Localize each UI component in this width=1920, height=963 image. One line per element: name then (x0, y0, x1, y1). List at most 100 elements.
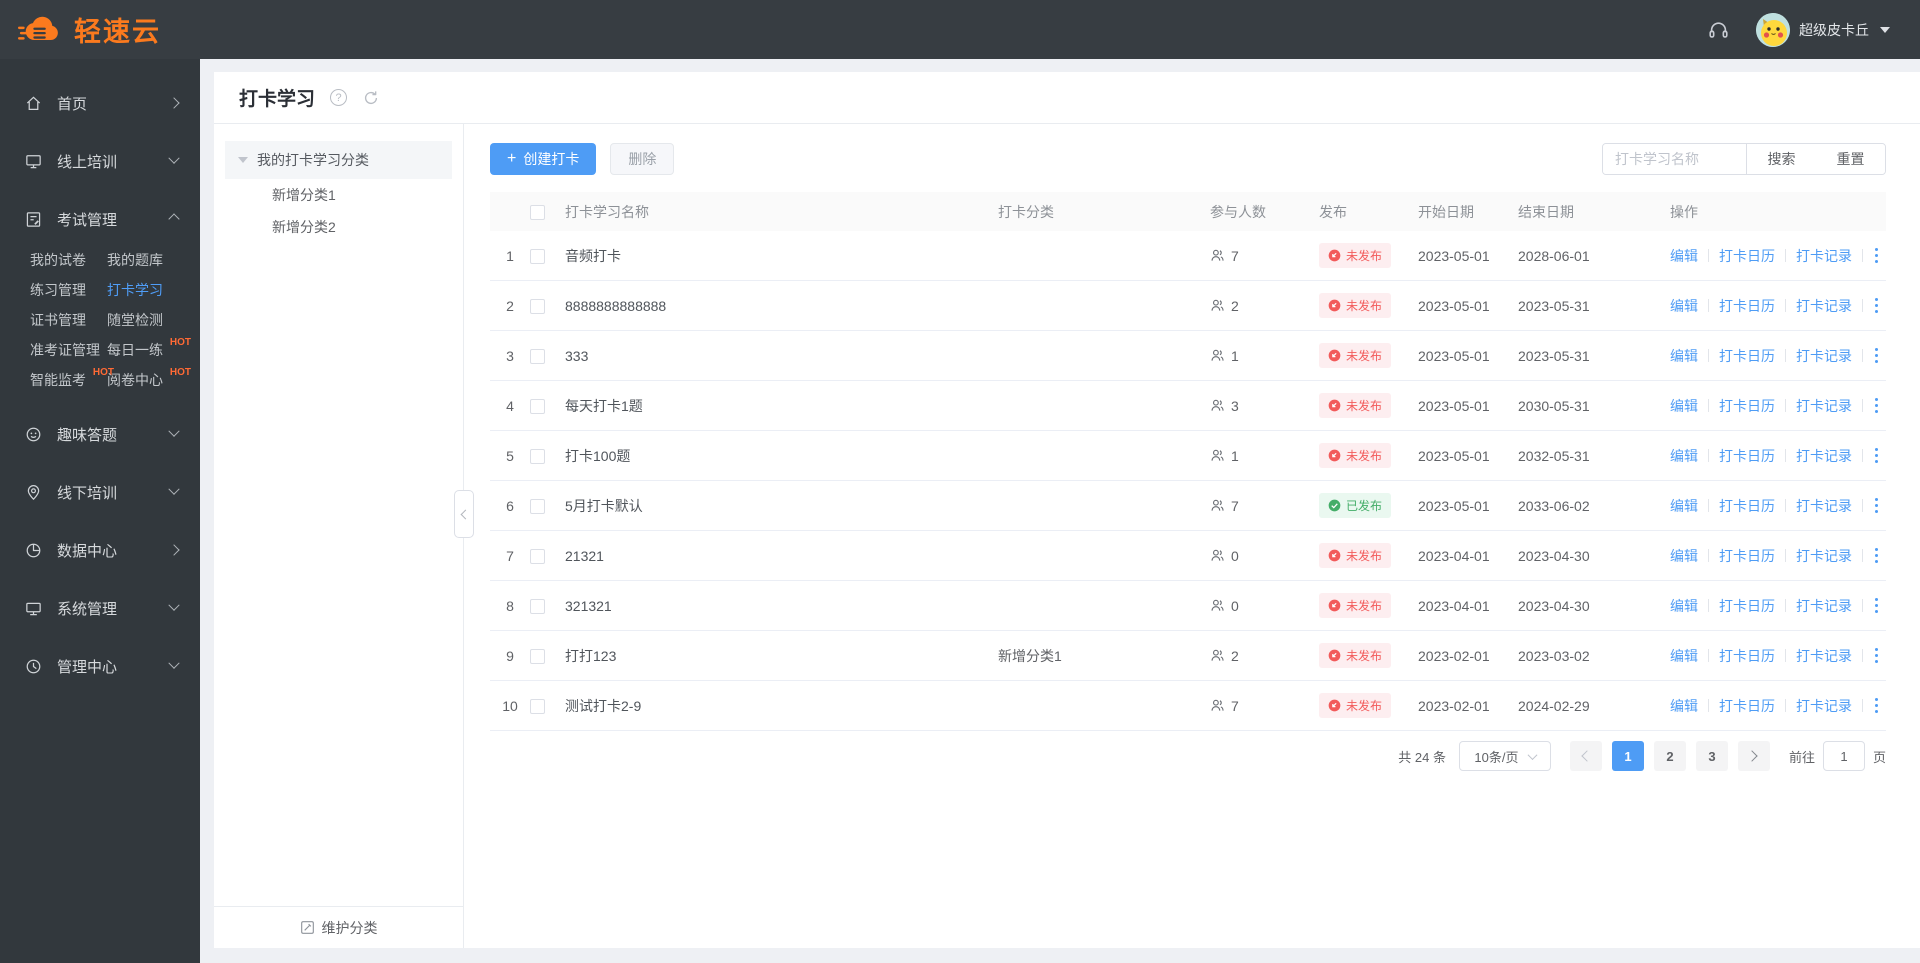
search-input[interactable] (1603, 144, 1747, 174)
more-actions-icon[interactable] (1875, 454, 1878, 457)
action-link[interactable]: 编辑 (1670, 396, 1698, 416)
action-link[interactable]: 编辑 (1670, 446, 1698, 466)
action-link[interactable]: 打卡日历 (1719, 696, 1775, 716)
submenu-item[interactable]: 打卡学习 (107, 280, 165, 301)
row-checkbox[interactable] (530, 648, 545, 664)
category-child-item[interactable]: 新增分类2 (214, 211, 463, 243)
user-menu[interactable]: 超级皮卡丘 (1756, 12, 1890, 47)
goto-page-input[interactable] (1822, 741, 1865, 771)
row-index: 8 (506, 597, 514, 614)
action-link[interactable]: 打卡日历 (1719, 246, 1775, 266)
row-checkbox[interactable] (530, 248, 545, 264)
action-link[interactable]: 编辑 (1670, 546, 1698, 566)
next-page-button[interactable] (1737, 741, 1770, 771)
action-link[interactable]: 打卡日历 (1719, 496, 1775, 516)
sidebar-item-系统管理[interactable]: 系统管理 (0, 579, 200, 637)
support-headset-icon[interactable] (1707, 18, 1730, 41)
row-checkbox[interactable] (530, 298, 545, 314)
prev-page-button[interactable] (1569, 741, 1602, 771)
submenu-item[interactable]: 随堂检测 (107, 310, 165, 331)
refresh-icon[interactable] (362, 89, 380, 107)
more-actions-icon[interactable] (1875, 654, 1878, 657)
create-checkin-button[interactable]: + 创建打卡 (490, 143, 597, 175)
row-category (998, 481, 1210, 531)
more-actions-icon[interactable] (1875, 604, 1878, 607)
submenu-item[interactable]: 阅卷中心 HOT (107, 367, 191, 391)
row-checkbox[interactable] (530, 598, 545, 614)
more-actions-icon[interactable] (1875, 304, 1878, 307)
more-actions-icon[interactable] (1875, 254, 1878, 257)
submenu-item[interactable]: 智能监考 HOT (30, 367, 114, 391)
more-actions-icon[interactable] (1875, 404, 1878, 407)
row-checkbox[interactable] (530, 348, 545, 364)
row-checkbox[interactable] (530, 398, 545, 414)
action-link[interactable]: 编辑 (1670, 596, 1698, 616)
maintain-category-button[interactable]: 维护分类 (214, 906, 463, 948)
action-link[interactable]: 打卡记录 (1796, 646, 1852, 666)
app-logo[interactable]: 轻速云 (18, 10, 161, 49)
action-link[interactable]: 打卡日历 (1719, 546, 1775, 566)
action-link[interactable]: 打卡日历 (1719, 296, 1775, 316)
sidebar-item-线下培训[interactable]: 线下培训 (0, 463, 200, 521)
participants-icon (1211, 249, 1224, 261)
select-all-checkbox[interactable] (530, 204, 545, 220)
action-link[interactable]: 编辑 (1670, 346, 1698, 366)
help-icon[interactable]: ? (330, 89, 348, 106)
search-button[interactable]: 搜索 (1747, 144, 1816, 174)
action-link[interactable]: 打卡日历 (1719, 346, 1775, 366)
action-link[interactable]: 编辑 (1670, 646, 1698, 666)
page-number-button[interactable]: 3 (1695, 741, 1728, 771)
action-link[interactable]: 编辑 (1670, 696, 1698, 716)
publish-status-badge: 未发布 (1319, 643, 1392, 668)
category-child-item[interactable]: 新增分类1 (214, 179, 463, 211)
action-link[interactable]: 打卡日历 (1719, 596, 1775, 616)
action-link[interactable]: 打卡日历 (1719, 396, 1775, 416)
category-root-item[interactable]: 我的打卡学习分类 (225, 141, 452, 179)
more-actions-icon[interactable] (1875, 704, 1878, 707)
sidebar-item-数据中心[interactable]: 数据中心 (0, 521, 200, 579)
action-link[interactable]: 打卡记录 (1796, 396, 1852, 416)
action-link[interactable]: 打卡日历 (1719, 446, 1775, 466)
submenu-item[interactable]: 准考证管理 (30, 340, 102, 361)
collapse-panel-handle[interactable] (454, 490, 474, 538)
reset-button[interactable]: 重置 (1816, 144, 1885, 174)
more-actions-icon[interactable] (1875, 354, 1878, 357)
action-link[interactable]: 打卡记录 (1796, 296, 1852, 316)
submenu-item[interactable]: 我的题库 (107, 250, 165, 271)
submenu-item[interactable]: 我的试卷 (30, 250, 88, 271)
page-title: 打卡学习 (239, 89, 316, 110)
sidebar-item-首页[interactable]: 首页 (0, 74, 200, 132)
action-link[interactable]: 编辑 (1670, 246, 1698, 266)
row-checkbox[interactable] (530, 548, 545, 564)
row-checkbox[interactable] (530, 698, 545, 714)
page-number-button[interactable]: 2 (1653, 741, 1686, 771)
avatar (1756, 12, 1790, 47)
action-link[interactable]: 打卡记录 (1796, 346, 1852, 366)
sidebar-item-趣味答题[interactable]: 趣味答题 (0, 405, 200, 463)
more-actions-icon[interactable] (1875, 554, 1878, 557)
action-link[interactable]: 打卡日历 (1719, 646, 1775, 666)
action-link[interactable]: 打卡记录 (1796, 246, 1852, 266)
more-actions-icon[interactable] (1875, 504, 1878, 507)
participants-icon (1211, 349, 1224, 361)
page-size-select[interactable]: 10条/页 (1458, 741, 1551, 771)
sidebar-item-线上培训[interactable]: 线上培训 (0, 132, 200, 190)
action-link[interactable]: 打卡记录 (1796, 696, 1852, 716)
action-link[interactable]: 编辑 (1670, 296, 1698, 316)
action-link[interactable]: 打卡记录 (1796, 596, 1852, 616)
action-link[interactable]: 打卡记录 (1796, 546, 1852, 566)
submenu-item[interactable]: 练习管理 (30, 280, 88, 301)
sidebar-item-管理中心[interactable]: 管理中心 (0, 637, 200, 695)
submenu-item[interactable]: 每日一练 HOT (107, 337, 191, 361)
delete-button[interactable]: 删除 (610, 143, 675, 175)
action-link[interactable]: 打卡记录 (1796, 446, 1852, 466)
row-name: 打打123 (565, 647, 617, 664)
sidebar-item-考试管理[interactable]: 考试管理 (0, 190, 200, 248)
action-link[interactable]: 打卡记录 (1796, 496, 1852, 516)
user-caret-icon (1880, 26, 1890, 33)
row-checkbox[interactable] (530, 498, 545, 514)
action-link[interactable]: 编辑 (1670, 496, 1698, 516)
page-number-button[interactable]: 1 (1611, 741, 1644, 771)
submenu-item[interactable]: 证书管理 (30, 310, 88, 331)
row-checkbox[interactable] (530, 448, 545, 464)
